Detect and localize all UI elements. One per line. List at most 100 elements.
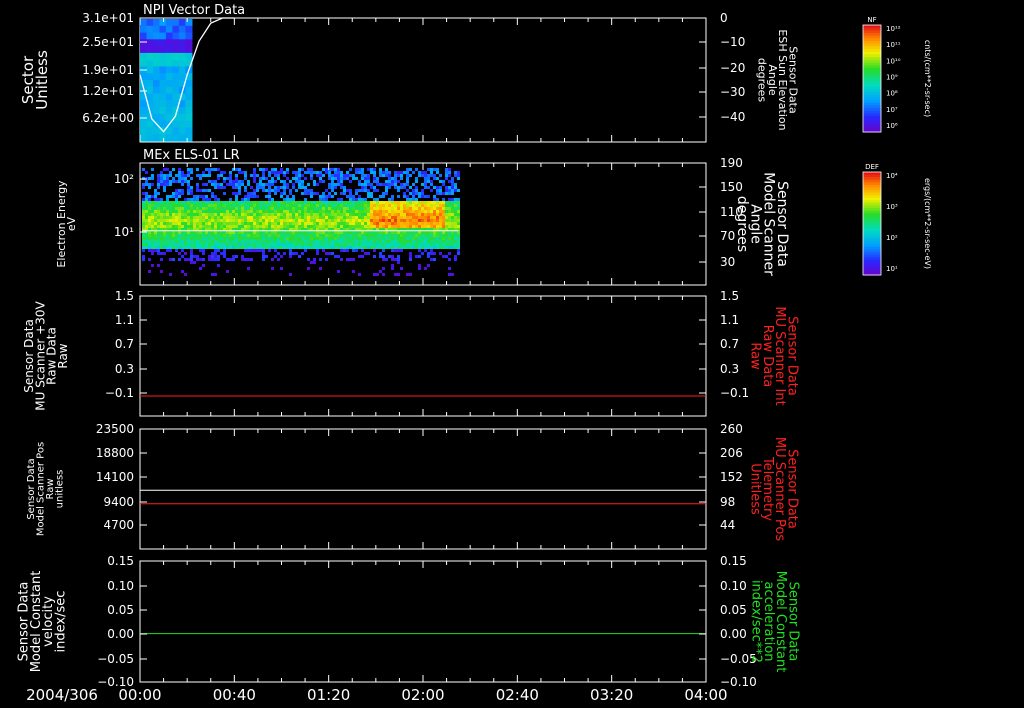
spectrogram-cell (445, 177, 448, 180)
spectrogram-cell (250, 204, 253, 207)
spectrogram-cell (241, 234, 244, 237)
spectrogram-cell (208, 189, 211, 192)
spectrogram-cell (394, 246, 397, 249)
spectrogram-cell (325, 240, 328, 243)
spectrogram-cell (304, 201, 307, 204)
heatmap-cell (153, 113, 161, 122)
spectrogram-cell (388, 177, 391, 180)
spectrogram-cell (160, 180, 163, 183)
spectrogram-cell (271, 258, 274, 261)
spectrogram-cell (388, 204, 391, 207)
spectrogram-cell (277, 222, 280, 225)
spectrogram-cell (244, 174, 247, 177)
heatmap-cell (178, 127, 186, 135)
spectrogram-cell (307, 240, 310, 243)
spectrogram-cell (202, 183, 205, 186)
spectrogram-cell (397, 243, 400, 246)
spectrogram-cell (358, 246, 361, 249)
spectrogram-cell (439, 174, 442, 177)
spectrogram-cell (286, 210, 289, 213)
spectrogram-cell (289, 219, 292, 222)
spectrogram-cell (169, 210, 172, 213)
spectrogram-cell (418, 204, 421, 207)
spectrogram-cell (409, 252, 412, 255)
spectrogram-cell (274, 207, 277, 210)
spectrogram-cell (307, 210, 310, 213)
spectrogram-cell (202, 252, 205, 255)
spectrogram-cell (223, 219, 226, 222)
spectrogram-cell (214, 168, 217, 171)
spectrogram-cell (376, 177, 379, 180)
spectrogram-cell (379, 240, 382, 243)
spectrogram-cell (193, 207, 196, 210)
spectrogram-cell (451, 243, 454, 246)
spectrogram-cell (268, 246, 271, 249)
spectrogram-cell (445, 174, 448, 177)
spectrogram-cell (295, 237, 298, 240)
spectrogram-cell (379, 207, 382, 210)
spectrogram-cell (232, 243, 235, 246)
spectrogram-cell (220, 201, 223, 204)
spectrogram-cell (439, 207, 442, 210)
spectrogram-cell (277, 210, 280, 213)
spectrogram-cell (196, 207, 199, 210)
spectrogram-cell (280, 246, 283, 249)
spectrogram-cell (169, 195, 172, 198)
heatmap-cell (146, 32, 154, 40)
colorbar-unit-label: cnts/(cm**2-sr-sec) (923, 40, 932, 117)
spectrogram-cell (418, 192, 421, 195)
spectrogram-cell (442, 183, 445, 186)
spectrogram-cell (199, 237, 202, 240)
spectrogram-cell (187, 213, 190, 216)
spectrogram-cell (259, 183, 262, 186)
spectrogram-cell (424, 267, 427, 270)
spectrogram-cell (433, 174, 436, 177)
spectrogram-cell (409, 213, 412, 216)
spectrogram-cell (259, 243, 262, 246)
spectrogram-cell (226, 231, 229, 234)
spectrogram-cell (430, 213, 433, 216)
spectrogram-cell (427, 222, 430, 225)
right-tick-label: 206 (720, 446, 743, 460)
spectrogram-cell (235, 204, 238, 207)
spectrogram-cell (430, 237, 433, 240)
spectrogram-cell (319, 240, 322, 243)
right-tick-label: 70 (720, 229, 735, 243)
spectrogram-cell (346, 222, 349, 225)
spectrogram-cell (205, 240, 208, 243)
spectrogram-cell (325, 243, 328, 246)
spectrogram-cell (220, 234, 223, 237)
spectrogram-cell (328, 207, 331, 210)
spectrogram-cell (361, 168, 364, 171)
spectrogram-cell (331, 252, 334, 255)
spectrogram-cell (202, 249, 205, 252)
spectrogram-cell (256, 216, 259, 219)
spectrogram-cell (433, 177, 436, 180)
spectrogram-cell (418, 213, 421, 216)
spectrogram-cell (319, 219, 322, 222)
spectrogram-cell (382, 237, 385, 240)
spectrogram-cell (310, 231, 313, 234)
spectrogram-cell (196, 198, 199, 201)
spectrogram-cell (148, 213, 151, 216)
spectrogram-cell (424, 222, 427, 225)
spectrogram-cell (409, 231, 412, 234)
spectrogram-cell (457, 219, 460, 222)
spectrogram-cell (346, 240, 349, 243)
spectrogram-cell (322, 240, 325, 243)
spectrogram-cell (385, 225, 388, 228)
spectrogram-cell (295, 207, 298, 210)
spectrogram-cell (181, 249, 184, 252)
spectrogram-cell (241, 225, 244, 228)
spectrogram-cell (289, 216, 292, 219)
spectrogram-cell (238, 210, 241, 213)
spectrogram-cell (433, 195, 436, 198)
spectrogram-cell (256, 213, 259, 216)
spectrogram-cell (151, 207, 154, 210)
spectrogram-cell (148, 258, 151, 261)
heatmap-cell (159, 107, 167, 115)
spectrogram-cell (271, 225, 274, 228)
spectrogram-cell (250, 216, 253, 219)
heatmap-cell (172, 59, 180, 68)
spectrogram-cell (424, 186, 427, 189)
